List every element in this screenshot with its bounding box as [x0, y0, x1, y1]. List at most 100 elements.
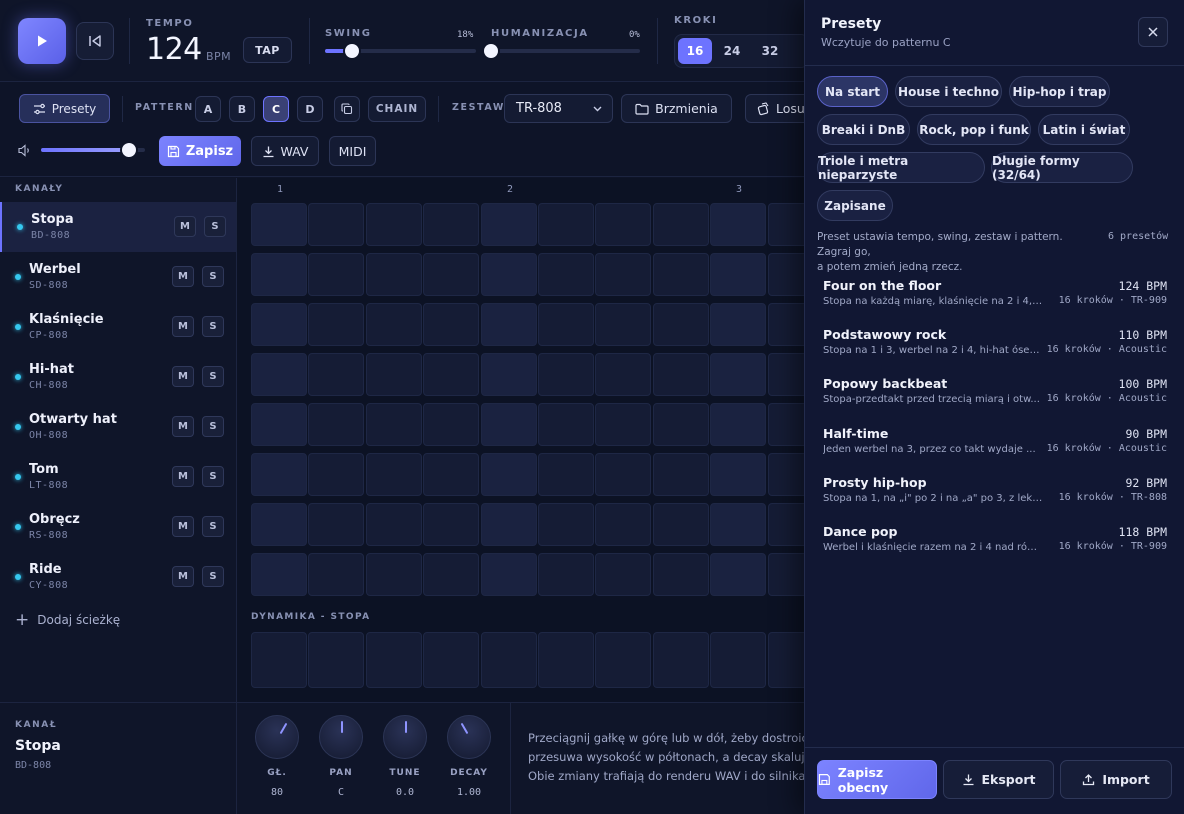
knob-dial[interactable] — [319, 715, 363, 759]
solo-button[interactable]: S — [202, 316, 224, 337]
category-chip[interactable]: Na start — [817, 76, 888, 107]
solo-button[interactable]: S — [202, 466, 224, 487]
step-cell[interactable] — [538, 553, 594, 596]
mute-button[interactable]: M — [172, 466, 194, 487]
step-cell[interactable] — [308, 203, 365, 246]
step-cell[interactable] — [710, 453, 767, 496]
save-current-button[interactable]: Zapisz obecny — [817, 760, 937, 799]
step-cell[interactable] — [538, 453, 594, 496]
rewind-button[interactable] — [76, 22, 114, 60]
mute-button[interactable]: M — [172, 266, 194, 287]
knob-control[interactable]: PAN C — [318, 715, 364, 798]
step-cell[interactable] — [538, 203, 594, 246]
mute-button[interactable]: M — [172, 416, 194, 437]
step-cell[interactable] — [480, 503, 537, 546]
mute-button[interactable]: M — [172, 566, 194, 587]
step-cell[interactable] — [710, 353, 767, 396]
channel-row[interactable]: Ride CY-808 M S — [0, 552, 236, 602]
save-button[interactable]: Zapisz — [159, 136, 241, 166]
step-cell[interactable] — [365, 253, 422, 296]
pattern-d-button[interactable]: D — [297, 96, 323, 122]
category-chip[interactable]: Latin i świat — [1038, 114, 1130, 145]
knob-dial[interactable] — [447, 715, 491, 759]
copy-pattern-button[interactable] — [334, 96, 360, 122]
import-presets-button[interactable]: Import — [1060, 760, 1172, 799]
mute-button[interactable]: M — [174, 216, 196, 237]
step-cell[interactable] — [710, 403, 767, 446]
step-cell[interactable] — [710, 303, 767, 346]
step-cell[interactable] — [538, 503, 594, 546]
step-cell[interactable] — [538, 403, 594, 446]
step-cell[interactable] — [251, 253, 307, 296]
step-cell[interactable] — [365, 303, 422, 346]
category-chip[interactable]: Triole i metra nieparzyste — [817, 152, 985, 183]
steps-option-32[interactable]: 32 — [753, 38, 787, 64]
preset-item[interactable]: Popowy backbeat 100 BPM Stopa-przedtakt pr… — [823, 376, 1167, 422]
solo-button[interactable]: S — [202, 566, 224, 587]
step-cell[interactable] — [423, 403, 480, 446]
step-cell[interactable] — [308, 453, 365, 496]
step-cell[interactable] — [251, 303, 307, 346]
step-cell[interactable] — [710, 553, 767, 596]
step-cell[interactable] — [595, 503, 652, 546]
solo-button[interactable]: S — [204, 216, 226, 237]
step-cell[interactable] — [423, 353, 480, 396]
knob-dial[interactable] — [383, 715, 427, 759]
velocity-cell[interactable] — [308, 632, 365, 688]
knob-control[interactable]: GŁ. 80 — [254, 715, 300, 798]
velocity-cell[interactable] — [595, 632, 652, 688]
step-cell[interactable] — [480, 553, 537, 596]
step-cell[interactable] — [480, 453, 537, 496]
step-cell[interactable] — [652, 453, 709, 496]
step-cell[interactable] — [595, 353, 652, 396]
category-chip[interactable]: House i techno — [895, 76, 1002, 107]
step-cell[interactable] — [595, 553, 652, 596]
step-cell[interactable] — [423, 203, 480, 246]
kit-select[interactable]: TR-808 — [504, 94, 613, 123]
step-cell[interactable] — [480, 403, 537, 446]
step-cell[interactable] — [251, 553, 307, 596]
solo-button[interactable]: S — [202, 516, 224, 537]
category-chip[interactable]: Długie formy (32/64) — [991, 152, 1133, 183]
tap-tempo-button[interactable]: TAP — [243, 37, 292, 63]
velocity-cell[interactable] — [710, 632, 767, 688]
mute-button[interactable]: M — [172, 516, 194, 537]
presets-button[interactable]: Presety — [19, 94, 110, 123]
channel-row[interactable]: Klaśnięcie CP-808 M S — [0, 302, 236, 352]
step-cell[interactable] — [365, 353, 422, 396]
step-cell[interactable] — [423, 253, 480, 296]
step-cell[interactable] — [365, 453, 422, 496]
mute-button[interactable]: M — [172, 366, 194, 387]
steps-option-16[interactable]: 16 — [678, 38, 712, 64]
volume-slider[interactable] — [41, 143, 145, 157]
step-cell[interactable] — [365, 503, 422, 546]
close-panel-button[interactable] — [1138, 17, 1168, 47]
step-cell[interactable] — [308, 553, 365, 596]
export-midi-button[interactable]: MIDI — [329, 136, 376, 166]
step-cell[interactable] — [423, 503, 480, 546]
step-cell[interactable] — [538, 253, 594, 296]
step-cell[interactable] — [595, 403, 652, 446]
play-button[interactable] — [18, 18, 66, 64]
channel-row[interactable]: Hi-hat CH-808 M S — [0, 352, 236, 402]
step-cell[interactable] — [480, 303, 537, 346]
category-chip[interactable]: Rock, pop i funk — [917, 114, 1031, 145]
step-cell[interactable] — [538, 303, 594, 346]
step-cell[interactable] — [308, 253, 365, 296]
step-cell[interactable] — [308, 503, 365, 546]
step-cell[interactable] — [652, 303, 709, 346]
swing-slider[interactable] — [325, 44, 476, 58]
solo-button[interactable]: S — [202, 266, 224, 287]
export-presets-button[interactable]: Eksport — [943, 760, 1054, 799]
velocity-cell[interactable] — [423, 632, 480, 688]
step-cell[interactable] — [595, 303, 652, 346]
chain-button[interactable]: CHAIN — [368, 96, 426, 122]
step-cell[interactable] — [251, 203, 307, 246]
step-cell[interactable] — [251, 453, 307, 496]
step-cell[interactable] — [423, 303, 480, 346]
category-chip[interactable]: Hip-hop i trap — [1009, 76, 1110, 107]
velocity-cell[interactable] — [365, 632, 422, 688]
step-cell[interactable] — [365, 203, 422, 246]
humanize-slider-thumb[interactable] — [484, 44, 498, 58]
velocity-cell[interactable] — [652, 632, 709, 688]
